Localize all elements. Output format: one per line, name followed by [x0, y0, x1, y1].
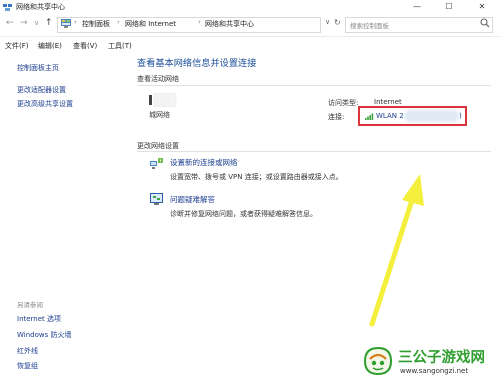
forward-button[interactable]: → — [20, 18, 28, 28]
see-also-heading: 另请参阅 — [17, 301, 43, 309]
sidebar-item-cp-home[interactable]: 控制面板主页 — [17, 63, 59, 73]
pointer-arrow — [369, 174, 424, 327]
page-title: 查看基本网络信息并设置连接 — [137, 58, 257, 69]
divider — [137, 85, 491, 86]
up-button[interactable]: ↑ — [45, 18, 53, 28]
maximize-button[interactable]: ☐ — [437, 0, 461, 14]
breadcrumb-control-panel[interactable]: 控制面板 — [82, 19, 110, 29]
site-logo-icon — [363, 346, 393, 376]
see-also-recovery[interactable]: 恢复组 — [17, 361, 38, 371]
refresh-button[interactable]: ↻ — [334, 18, 341, 27]
close-button[interactable]: ✕ — [470, 0, 494, 14]
connections-label: 连接: — [328, 113, 345, 121]
menu-tools[interactable]: 工具(T) — [108, 41, 132, 51]
breadcrumb-separator: › — [117, 18, 120, 26]
highlight-box — [358, 106, 467, 126]
back-button[interactable]: ← — [6, 18, 14, 28]
search-icon[interactable] — [480, 18, 490, 28]
breadcrumb-network-internet[interactable]: 网络和 Internet — [125, 19, 176, 29]
menu-view[interactable]: 查看(V) — [73, 41, 97, 51]
see-also-internet-options[interactable]: Internet 选项 — [17, 314, 61, 324]
address-dropdown-button[interactable]: ∨ — [325, 18, 330, 26]
recent-locations-button[interactable]: ∨ — [34, 19, 39, 27]
change-settings-heading: 更改网络设置 — [137, 142, 179, 150]
troubleshoot-link[interactable]: 问题疑难解答 — [170, 194, 215, 205]
troubleshoot-icon — [150, 193, 163, 205]
network-center-icon — [3, 4, 12, 11]
breadcrumb-network-sharing[interactable]: 网络和共享中心 — [205, 19, 254, 29]
access-type-label: 访问类型: — [328, 99, 359, 107]
window-title: 网络和共享中心 — [16, 3, 65, 11]
divider — [137, 151, 491, 152]
sidebar-item-adapter-settings[interactable]: 更改适配器设置 — [17, 85, 66, 95]
network-setup-icon — [150, 158, 163, 169]
search-placeholder: 搜索控制面板 — [350, 22, 389, 30]
access-type-value: Internet — [374, 98, 402, 106]
active-networks-heading: 查看活动网络 — [137, 75, 179, 83]
see-also-infrared[interactable]: 红外线 — [17, 346, 38, 356]
breadcrumb-separator: › — [74, 18, 77, 26]
menu-edit[interactable]: 编辑(E) — [38, 41, 62, 51]
breadcrumb-separator: › — [198, 18, 201, 26]
watermark-url: www.sangongzi.net — [400, 367, 469, 375]
control-panel-icon — [61, 19, 71, 28]
watermark-site-name: 三公子游戏网 — [398, 350, 485, 366]
minimize-button[interactable]: — — [405, 0, 429, 14]
menu-file[interactable]: 文件(F) — [5, 41, 29, 51]
setup-connection-link[interactable]: 设置新的连接或网络 — [170, 157, 238, 168]
sidebar-item-advanced-sharing[interactable]: 更改高级共享设置 — [17, 99, 73, 109]
network-icon — [149, 93, 177, 107]
see-also-windows-firewall[interactable]: Windows 防火墙 — [17, 330, 71, 340]
network-name: 城网络 — [149, 111, 170, 119]
troubleshoot-description: 诊断并修复网络问题，或者获得疑难解答信息。 — [170, 210, 317, 218]
setup-connection-description: 设置宽带、拨号或 VPN 连接；或设置路由器或接入点。 — [170, 173, 343, 181]
